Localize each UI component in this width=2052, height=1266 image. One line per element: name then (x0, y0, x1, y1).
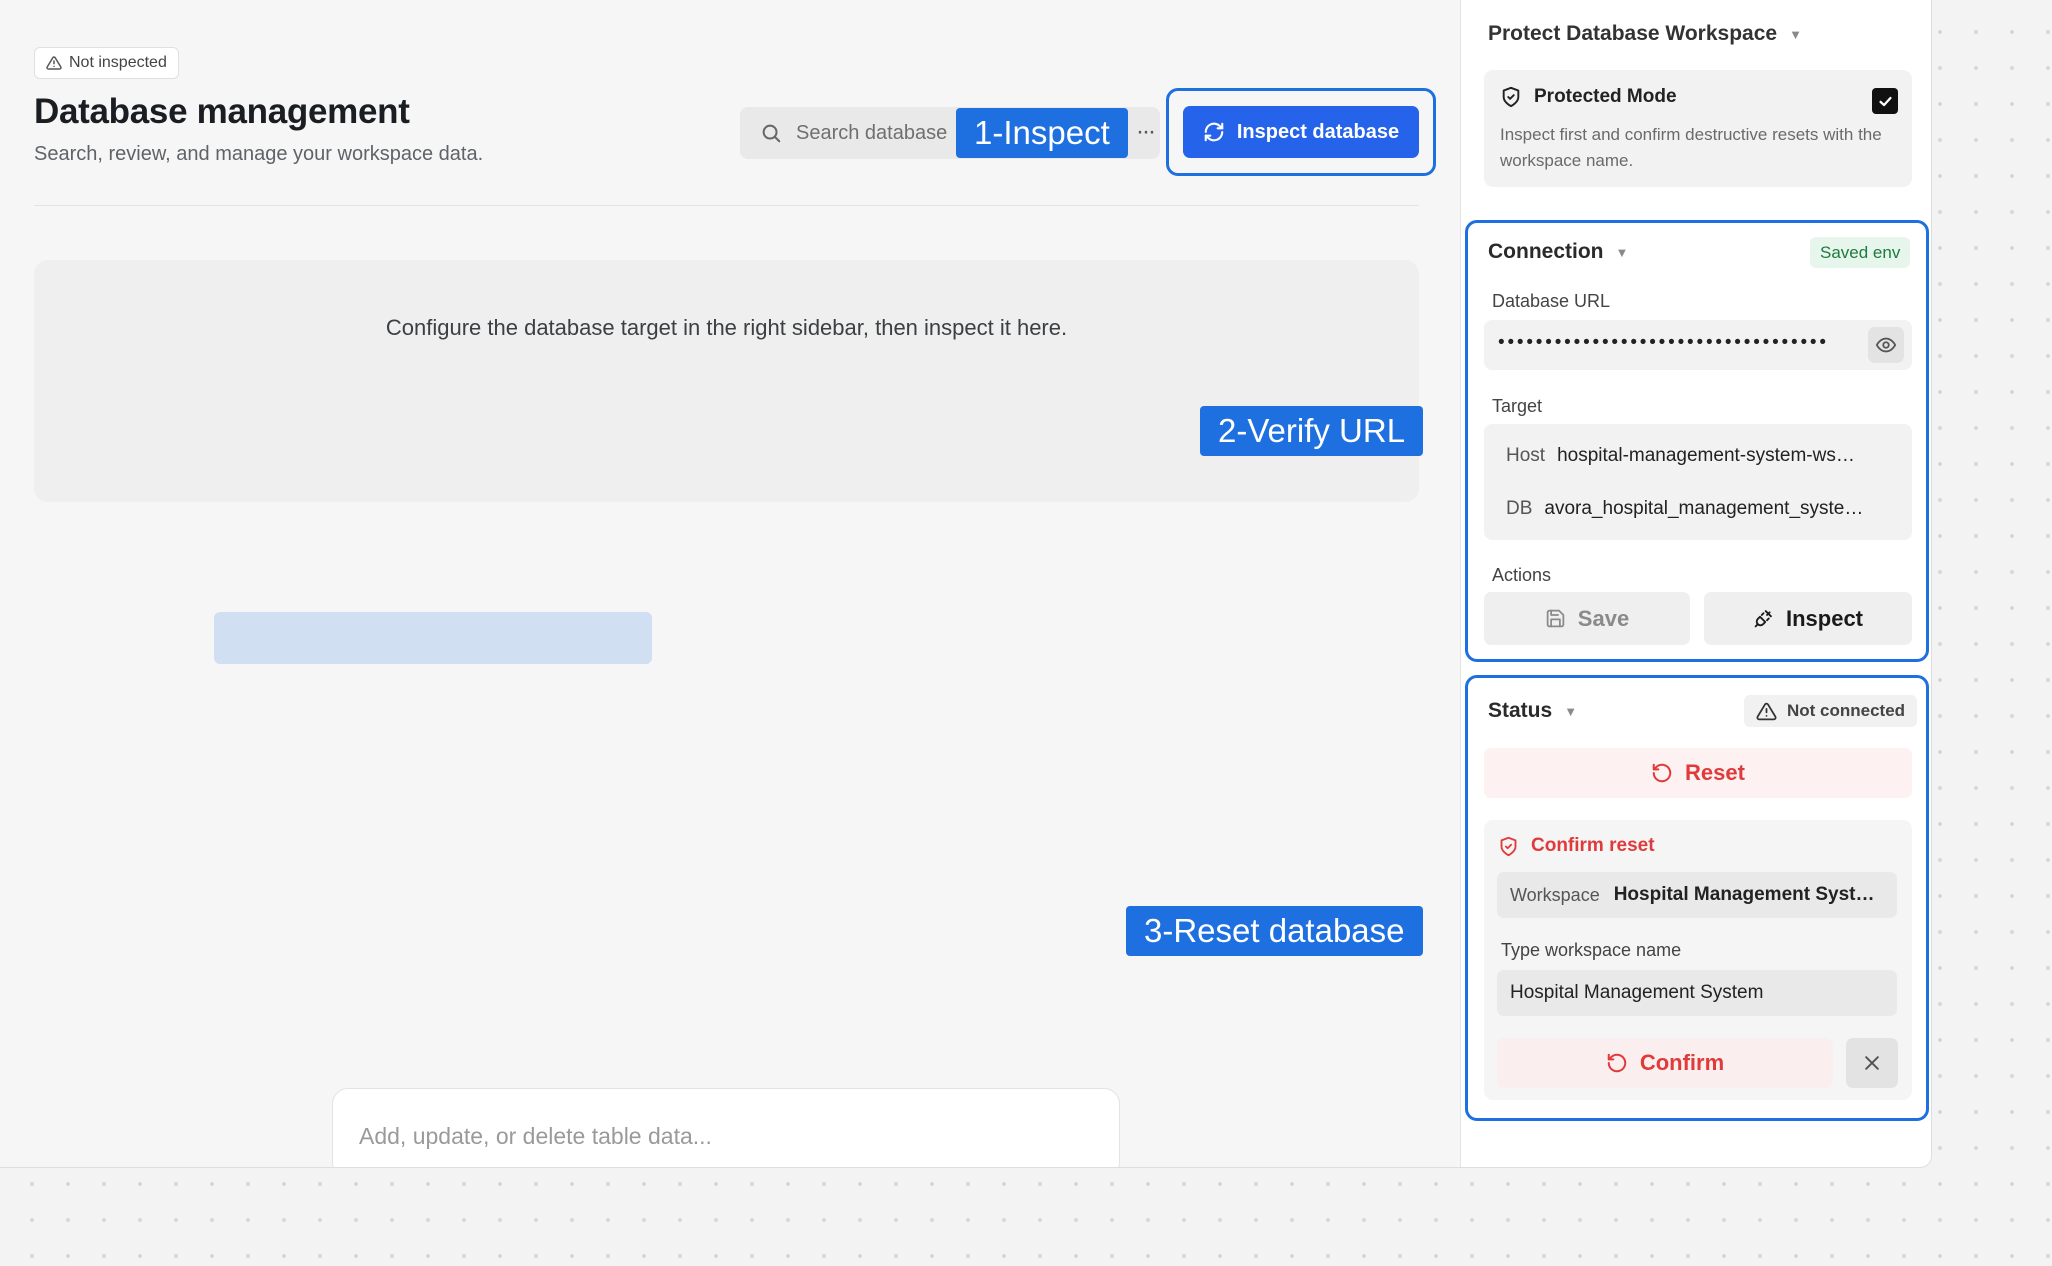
target-db-row: DB avora_hospital_management_syste… (1506, 498, 1863, 520)
connection-header[interactable]: Connection ▼ (1488, 240, 1628, 264)
confirm-reset-card: Confirm reset Workspace Hospital Managem… (1484, 820, 1912, 1100)
inspect-button-label: Inspect (1785, 605, 1864, 631)
chat-input-box[interactable] (332, 1088, 1120, 1167)
search-icon (762, 124, 781, 143)
callout-step-1: 1-Inspect (956, 108, 1128, 158)
confirm-button[interactable]: Confirm (1497, 1038, 1833, 1088)
shield-check-icon (1500, 836, 1517, 856)
shield-check-icon (1502, 86, 1520, 108)
close-icon (1865, 1056, 1879, 1070)
status-title: Status (1488, 699, 1553, 722)
target-label: Target (1492, 396, 1543, 416)
callout-step-3: 3-Reset database (1126, 906, 1423, 956)
callout-step-2: 2-Verify URL (1200, 406, 1424, 456)
connection-title: Connection (1488, 240, 1604, 263)
reset-button-label: Reset (1685, 760, 1745, 785)
caret-down-icon: ▼ (1615, 244, 1629, 260)
caret-down-icon: ▼ (1789, 26, 1802, 42)
host-key: Host (1506, 445, 1546, 466)
save-button-label: Save (1577, 605, 1630, 631)
target-card: Host hospital-management-system-ws… DB a… (1484, 424, 1912, 540)
plug-icon (1754, 610, 1772, 628)
db-key: DB (1506, 498, 1533, 519)
cancel-reset-button[interactable] (1846, 1038, 1898, 1088)
status-header[interactable]: Status ▼ (1488, 699, 1577, 723)
confirm-reset-title: Confirm reset (1531, 835, 1655, 856)
sidebar-title-text: Protect Database Workspace (1488, 22, 1778, 45)
workspace-value: Hospital Management Syst… (1613, 884, 1875, 905)
confirm-reset-header: Confirm reset (1498, 835, 1655, 857)
protected-mode-card: Protected Mode Inspect first and confirm… (1484, 70, 1912, 187)
saved-env-badge: Saved env (1810, 237, 1911, 268)
actions-label: Actions (1492, 565, 1552, 585)
host-value: hospital-management-system-ws… (1557, 445, 1855, 466)
page-subtitle: Search, review, and manage your workspac… (34, 143, 484, 165)
warning-icon (46, 56, 62, 70)
show-url-button[interactable] (1868, 327, 1904, 363)
page-title: Database management (34, 92, 410, 131)
app-window: Not inspected Database management Search… (0, 0, 1932, 1168)
connection-status-text: Not connected (1787, 701, 1906, 720)
workspace-key: Workspace (1510, 884, 1600, 905)
database-url-field[interactable]: ••••••••••••••••••••••••••••••••••• (1484, 320, 1912, 370)
inspection-status-text: Not inspected (69, 54, 167, 71)
loading-placeholder (214, 612, 652, 664)
type-workspace-label: Type workspace name (1501, 940, 1682, 960)
chat-input[interactable] (359, 1123, 1093, 1150)
confirm-button-label: Confirm (1639, 1050, 1725, 1075)
refresh-icon (1204, 122, 1224, 142)
protected-mode-description: Inspect first and confirm destructive re… (1500, 125, 1882, 170)
header-divider (34, 205, 1419, 206)
empty-state-panel: Configure the database target in the rig… (34, 260, 1419, 502)
save-button[interactable]: Save (1484, 592, 1690, 645)
target-host-row: Host hospital-management-system-ws… (1506, 445, 1855, 467)
database-url-value: ••••••••••••••••••••••••••••••••••• (1498, 332, 1829, 353)
inspect-button[interactable]: Inspect (1704, 592, 1912, 645)
database-url-label: Database URL (1492, 291, 1611, 311)
reset-button[interactable]: Reset (1484, 748, 1912, 798)
inspect-database-button[interactable]: Inspect database (1183, 106, 1419, 158)
workspace-name-input[interactable] (1497, 970, 1897, 1016)
protected-mode-checkbox[interactable] (1872, 88, 1898, 114)
protected-mode-label: Protected Mode (1534, 86, 1677, 107)
more-options-button[interactable]: ··· (1130, 114, 1160, 150)
sidebar-title[interactable]: Protect Database Workspace ▼ (1488, 22, 1802, 46)
reset-icon (1652, 763, 1672, 783)
protected-mode-header: Protected Mode (1500, 86, 1677, 108)
empty-state-message: Configure the database target in the rig… (385, 315, 1068, 340)
caret-down-icon: ▼ (1564, 703, 1578, 719)
reset-icon (1607, 1053, 1627, 1073)
right-sidebar: Protect Database Workspace ▼ Protected M… (1460, 0, 1931, 1167)
save-icon (1546, 609, 1565, 628)
inspection-status-chip: Not inspected (34, 47, 179, 79)
check-icon (1878, 96, 1892, 106)
connection-status-badge: Not connected (1744, 695, 1918, 727)
db-value: avora_hospital_management_syste… (1544, 498, 1864, 519)
inspect-database-label: Inspect database (1236, 120, 1400, 143)
eye-icon (1875, 337, 1897, 353)
workspace-field: Workspace Hospital Management Syst… (1497, 872, 1897, 918)
warning-icon (1756, 702, 1777, 720)
main-content: Not inspected Database management Search… (0, 0, 1460, 1167)
